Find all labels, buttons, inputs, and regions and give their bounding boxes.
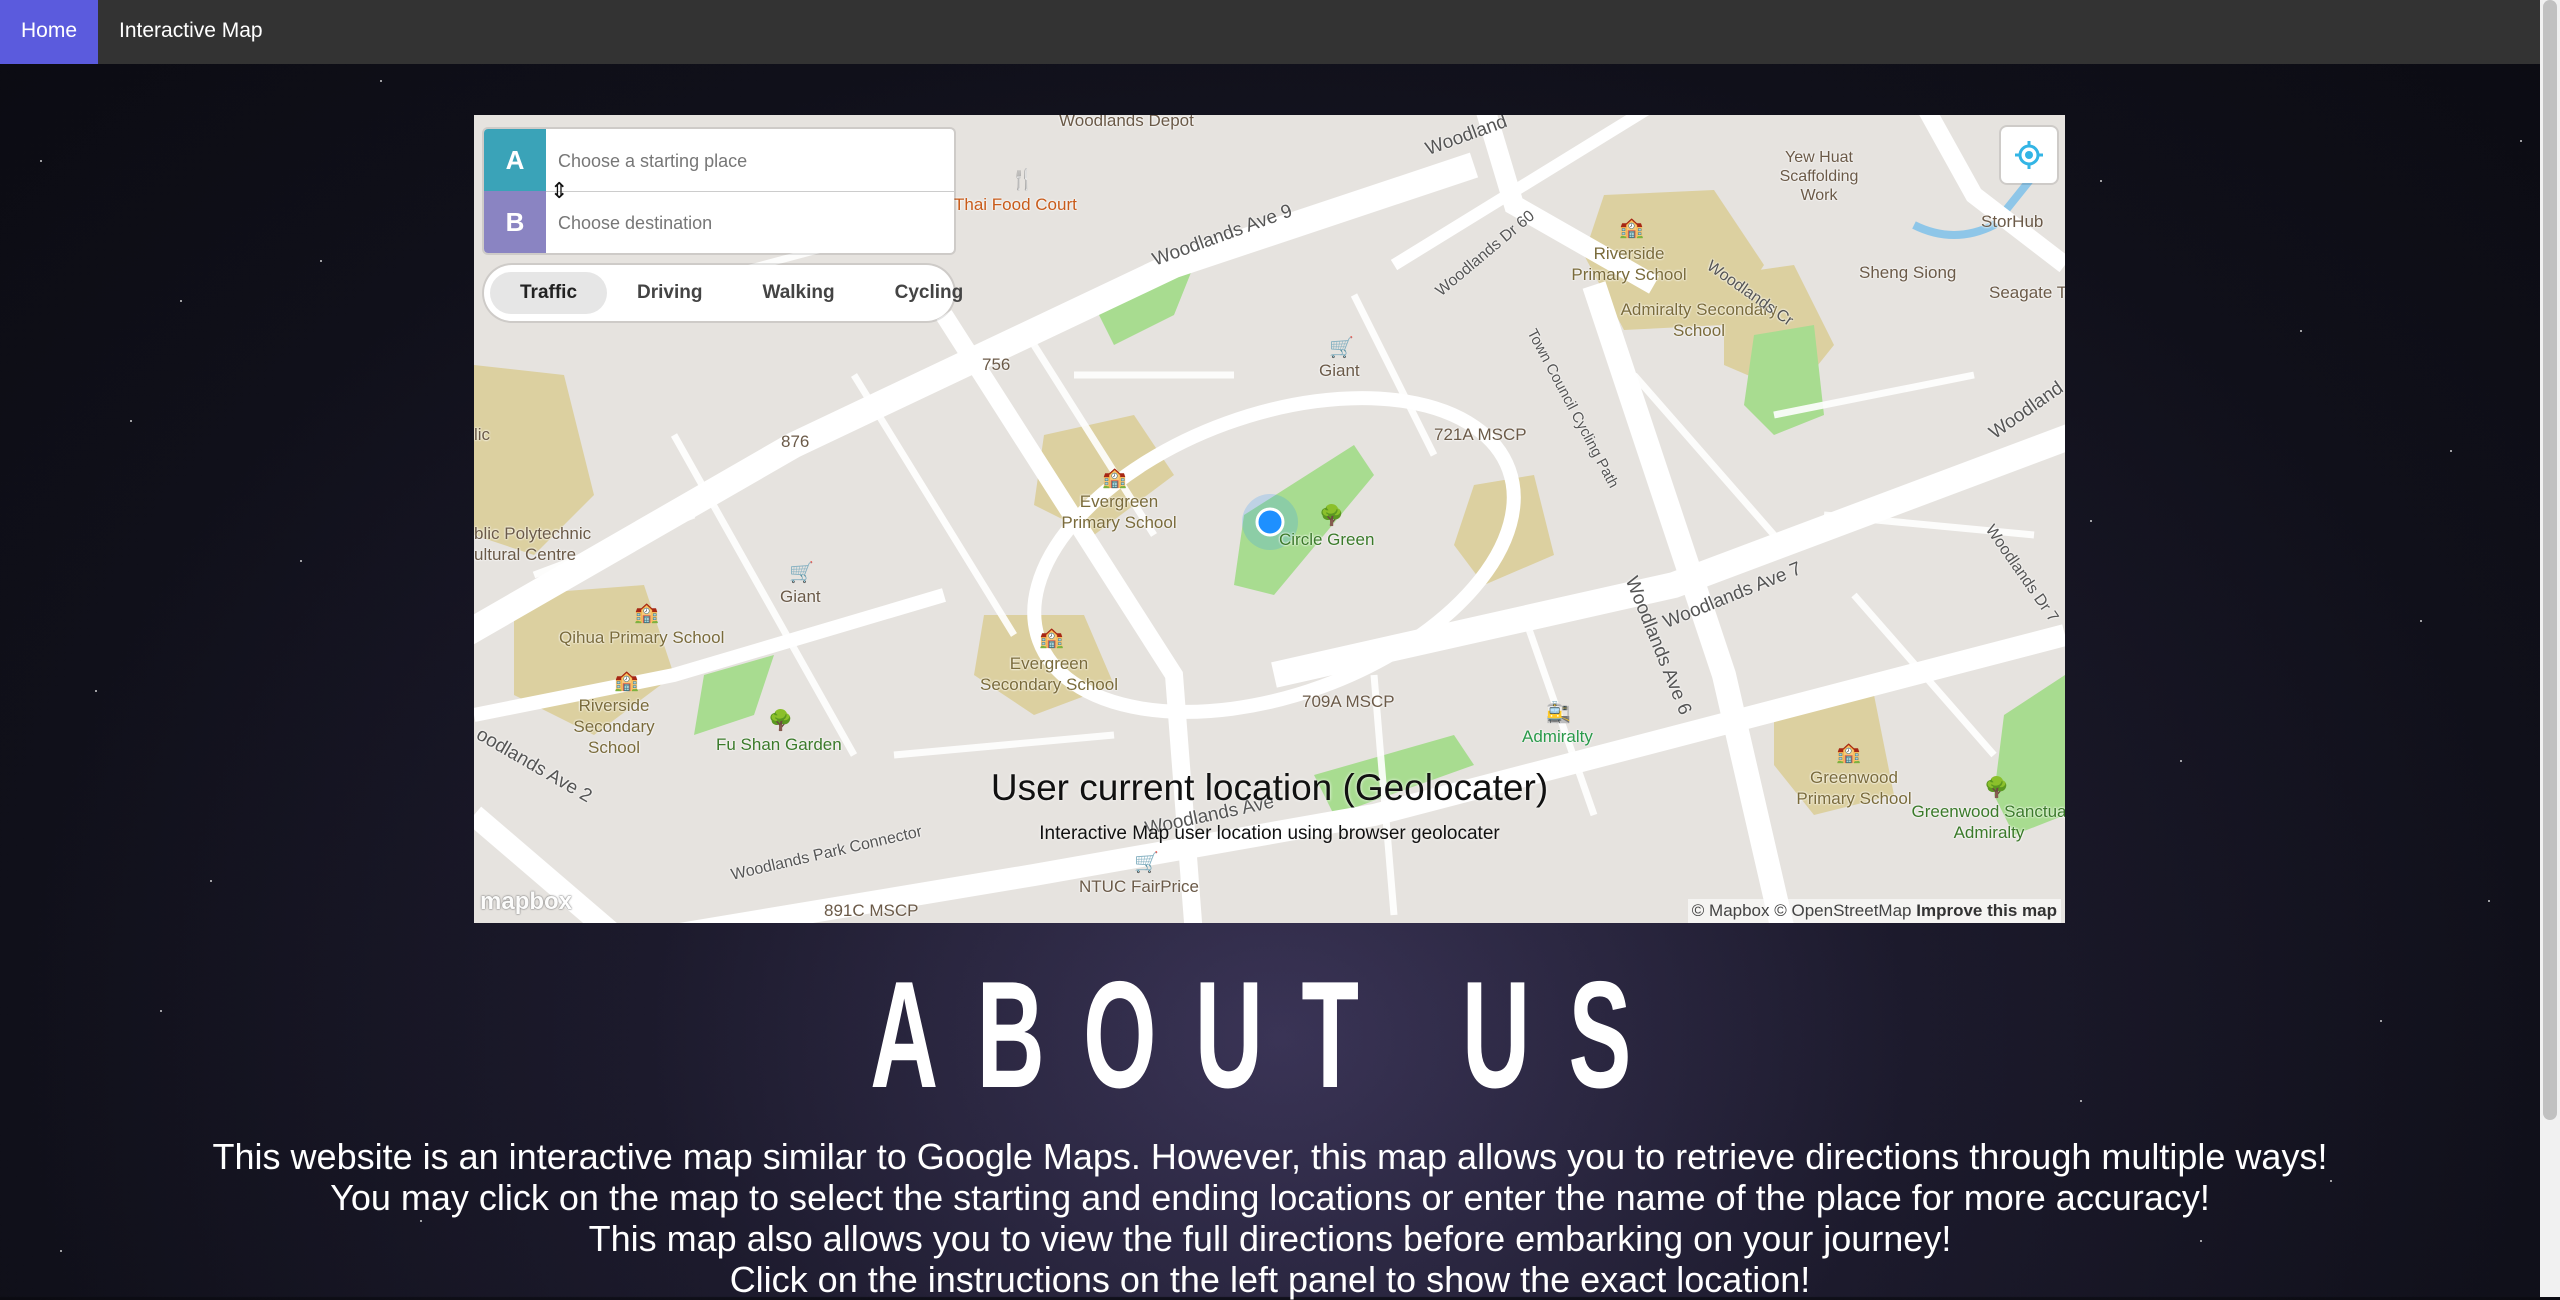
school-icon: 🏫	[1619, 217, 1644, 239]
map-label-876: 876	[781, 432, 810, 451]
school-icon: 🏫	[614, 670, 639, 692]
profile-walking-option[interactable]: Walking	[732, 272, 864, 314]
map-overlay-title: User current location (Geolocater)	[990, 767, 1549, 808]
origin-marker-label: A	[484, 129, 546, 191]
top-navigation: Home Interactive Map	[0, 0, 2540, 64]
map-label-thai-food-court: Thai Food Court	[954, 195, 1077, 214]
improve-map-link[interactable]: Improve this map	[1916, 901, 2057, 920]
attribution-text[interactable]: © Mapbox © OpenStreetMap	[1692, 901, 1912, 920]
destination-marker-label: B	[484, 191, 546, 253]
map-label-lic: lic	[474, 425, 491, 444]
school-icon: 🏫	[1102, 467, 1127, 489]
shopping-cart-icon: 🛒	[1134, 852, 1159, 874]
about-heading: ABOUT US	[870, 950, 1670, 1120]
about-description: This website is an interactive map simil…	[0, 1136, 2540, 1300]
origin-input[interactable]	[556, 145, 940, 177]
crosshair-icon	[2015, 141, 2043, 169]
map-label-qihua-primary: Qihua Primary School	[559, 628, 725, 647]
about-line-1: This website is an interactive map simil…	[212, 1136, 2328, 1177]
mapbox-logo-text: mapbox	[480, 888, 573, 915]
about-line-2: You may click on the map to select the s…	[330, 1177, 2210, 1218]
school-icon: 🏫	[1836, 742, 1861, 764]
map-label-ntuc: NTUC FairPrice	[1079, 877, 1199, 896]
scrollbar-thumb[interactable]	[2543, 0, 2557, 1120]
map-label-storhub: StorHub	[1981, 212, 2044, 231]
profile-traffic-option[interactable]: Traffic	[490, 272, 608, 314]
map-label-riverside-primary: Riverside Primary School	[1571, 244, 1687, 284]
profile-driving-option[interactable]: Driving	[607, 272, 732, 314]
map-label-evergreen-secondary: Evergreen Secondary School	[980, 654, 1118, 694]
map-label-fu-shan-garden: Fu Shan Garden	[716, 735, 842, 754]
shopping-cart-icon: 🛒	[1329, 337, 1354, 359]
directions-input-panel: A B ⇕	[484, 129, 954, 253]
nav-home-link[interactable]: Home	[0, 0, 99, 64]
map-overlay-subtitle: Interactive Map user location using brow…	[1039, 823, 1500, 844]
park-icon: 🌳	[1319, 505, 1344, 527]
map-label-circle-green: Circle Green	[1279, 530, 1375, 549]
park-icon: 🌳	[768, 710, 793, 732]
map-label-seagate: Seagate Te	[1989, 283, 2065, 302]
profile-cycling-option[interactable]: Cycling	[865, 272, 994, 314]
about-line-3: This map also allows you to view the ful…	[588, 1218, 1952, 1259]
school-icon: 🏫	[1039, 627, 1064, 649]
school-icon: 🏫	[634, 602, 659, 624]
shopping-cart-icon: 🛒	[789, 562, 814, 584]
destination-input[interactable]	[556, 207, 940, 239]
swap-arrows-icon[interactable]: ⇕	[550, 179, 568, 203]
map-label-709a-mscp: 709A MSCP	[1302, 692, 1395, 711]
restaurant-icon: 🍴	[1010, 169, 1035, 191]
map-label-yew-huat: Yew Huat Scaffolding Work	[1779, 149, 1859, 204]
map-label-giant-top: Giant	[1319, 361, 1360, 380]
map-label-sheng-siong: Sheng Siong	[1859, 263, 1957, 282]
nav-interactive-map-link[interactable]: Interactive Map	[98, 0, 284, 64]
map-label-evergreen-primary: Evergreen Primary School	[1061, 492, 1177, 532]
map-label-polytechnic: blic Polytechnic ultural Centre	[474, 524, 592, 564]
map-attribution: © Mapbox © OpenStreetMap Improve this ma…	[1687, 899, 2061, 923]
map-label-756: 756	[982, 355, 1011, 374]
geolocate-button[interactable]	[2001, 127, 2057, 183]
map-label-riverside-secondary: Riverside Secondary School	[573, 696, 655, 757]
train-station-icon: 🚉	[1546, 702, 1571, 724]
page-scrollbar[interactable]	[2540, 0, 2560, 1297]
map-label-891c-mscp: 891C MSCP	[824, 901, 919, 920]
travel-profile-selector: Traffic Driving Walking Cycling	[484, 265, 963, 321]
about-line-4: Click on the instructions on the left pa…	[729, 1259, 1811, 1300]
map-label-giant-left: Giant	[780, 587, 821, 606]
map-label-721a-mscp: 721A MSCP	[1434, 425, 1527, 444]
map-label-woodlands-depot: Woodlands Depot	[1059, 115, 1194, 130]
interactive-map[interactable]: Woodlands Depot Thai Food Court 🍴 Woodla…	[474, 115, 2065, 923]
mapbox-logo[interactable]: mapbox	[480, 887, 572, 917]
map-label-admiralty-station: Admiralty	[1522, 727, 1593, 746]
